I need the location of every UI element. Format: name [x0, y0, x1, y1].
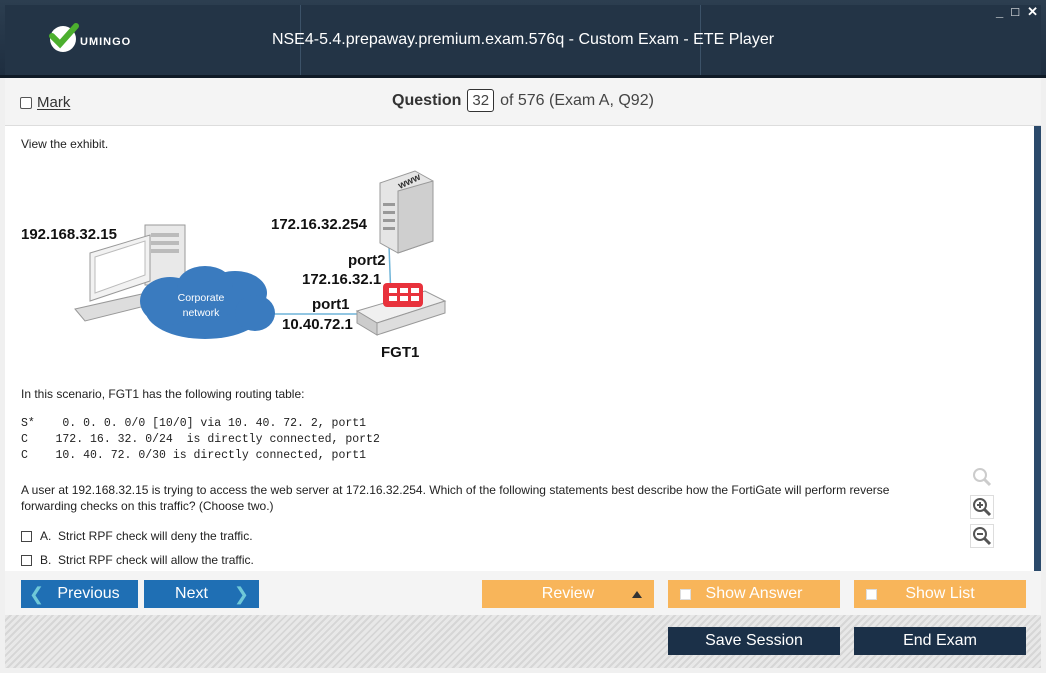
- zoom-in-icon[interactable]: [970, 495, 994, 519]
- maximize-button[interactable]: □: [1011, 4, 1019, 20]
- save-session-button[interactable]: Save Session: [668, 627, 840, 655]
- server-ip-label: 172.16.32.254: [271, 216, 368, 233]
- question-content: View the exhibit. Corporate network www …: [5, 126, 1036, 571]
- previous-button[interactable]: ❮ Previous: [21, 580, 138, 608]
- client-ip-label: 192.168.32.15: [21, 226, 117, 243]
- route-line: C 10. 40. 72. 0/30 is directly connected…: [21, 449, 367, 462]
- close-button[interactable]: ✕: [1027, 4, 1038, 20]
- chevron-left-icon: ❮: [29, 583, 45, 604]
- option-text: Strict RPF check will allow the traffic.: [58, 553, 254, 567]
- zoom-reset-icon[interactable]: [970, 465, 994, 489]
- network-exhibit: Corporate network www 192.168.32.15 172.…: [21, 170, 447, 361]
- option-letter: A.: [40, 529, 52, 543]
- option-a[interactable]: A. Strict RPF check will deny the traffi…: [21, 529, 253, 543]
- intro-text: View the exhibit.: [21, 137, 109, 151]
- cloud-label-line1: Corporate: [178, 292, 225, 304]
- option-text: Strict RPF check will deny the traffic.: [58, 529, 253, 543]
- port2-label: port2: [348, 252, 386, 269]
- port2-ip-label: 172.16.32.1: [302, 271, 381, 288]
- show-list-button[interactable]: Show List: [854, 580, 1026, 608]
- question-counter: Question 32 of 576 (Exam A, Q92): [5, 89, 1041, 112]
- option-b[interactable]: B. Strict RPF check will allow the traff…: [21, 553, 254, 567]
- title-bar: UMINGO NSE4-5.4.prepaway.premium.exam.57…: [0, 0, 1046, 78]
- fgt-label: FGT1: [381, 344, 419, 361]
- next-button[interactable]: Next ❯: [144, 580, 259, 608]
- port1-ip-label: 10.40.72.1: [282, 316, 353, 333]
- chevron-right-icon: ❯: [233, 583, 249, 604]
- zoom-out-icon[interactable]: [970, 524, 994, 548]
- option-b-checkbox[interactable]: [21, 554, 32, 566]
- caret-up-icon: [632, 590, 642, 598]
- option-a-checkbox[interactable]: [21, 530, 32, 542]
- footer-bar: Save Session End Exam: [5, 615, 1041, 668]
- question-header: Mark Question 32 of 576 (Exam A, Q92): [5, 78, 1041, 126]
- question-text-line1: A user at 192.168.32.15 is trying to acc…: [21, 483, 890, 497]
- port1-label: port1: [312, 296, 350, 313]
- question-label: Question: [392, 92, 462, 109]
- question-number-input[interactable]: 32: [467, 89, 495, 112]
- question-of-text: of 576 (Exam A, Q92): [500, 92, 654, 109]
- route-line: S* 0. 0. 0. 0/0 [10/0] via 10. 40. 72. 2…: [21, 417, 367, 430]
- minimize-button[interactable]: _: [996, 4, 1003, 20]
- review-label: Review: [541, 585, 595, 602]
- previous-label: Previous: [57, 585, 120, 602]
- navigation-bar: ❮ Previous Next ❯ Review Show Answer Sho…: [5, 571, 1041, 615]
- end-exam-button[interactable]: End Exam: [854, 627, 1026, 655]
- review-button[interactable]: Review: [482, 580, 654, 608]
- routing-intro-text: In this scenario, FGT1 has the following…: [21, 387, 305, 401]
- content-scrollbar[interactable]: [1034, 126, 1041, 571]
- fortigate-firewall-icon: [355, 283, 447, 336]
- show-answer-checkbox[interactable]: [680, 588, 691, 600]
- show-list-checkbox[interactable]: [866, 588, 877, 600]
- option-letter: B.: [40, 553, 52, 567]
- question-text-line2: forwarding checks on this traffic? (Choo…: [21, 499, 274, 513]
- show-list-label: Show List: [905, 585, 975, 602]
- show-answer-button[interactable]: Show Answer: [668, 580, 840, 608]
- route-line: C 172. 16. 32. 0/24 is directly connecte…: [21, 433, 380, 446]
- next-label: Next: [175, 585, 208, 602]
- cloud-label-line2: network: [183, 307, 221, 319]
- window-title: NSE4-5.4.prepaway.premium.exam.576q - Cu…: [271, 31, 775, 48]
- show-answer-label: Show Answer: [705, 585, 803, 602]
